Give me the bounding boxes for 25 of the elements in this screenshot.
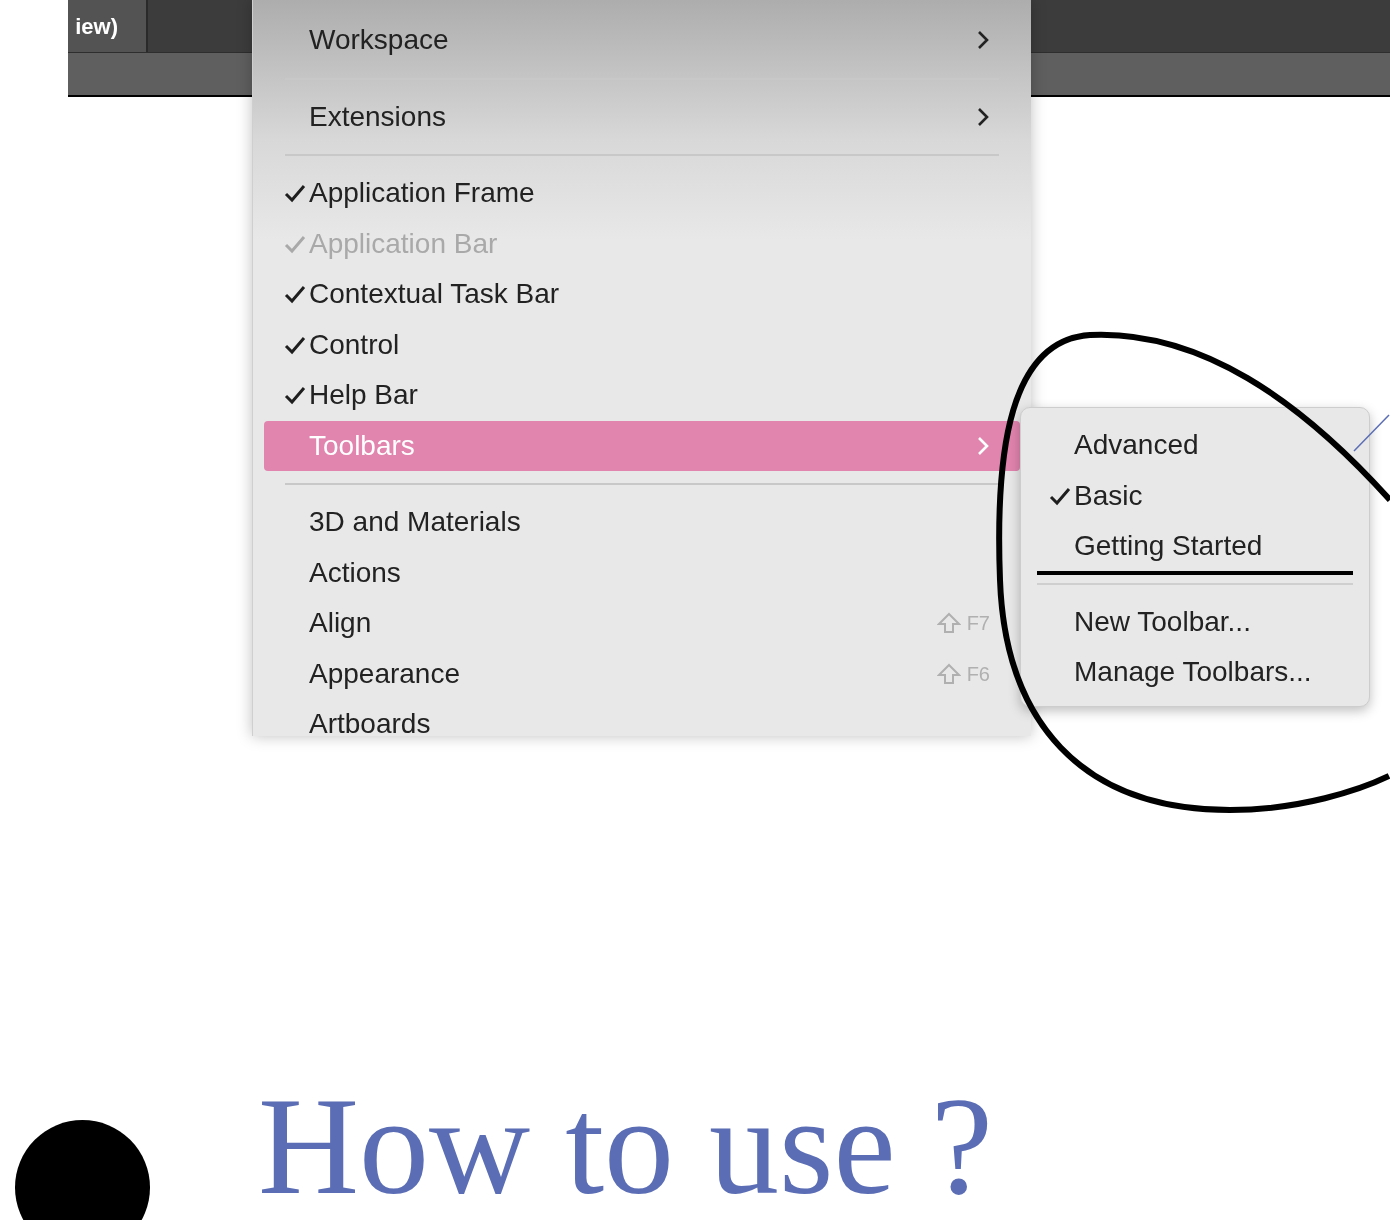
- submenu-item[interactable]: New Toolbar...: [1021, 596, 1369, 647]
- chevron-right-icon: [976, 105, 990, 128]
- menu-item[interactable]: Contextual Task Bar: [264, 269, 1020, 320]
- menu-item[interactable]: Actions: [264, 547, 1020, 598]
- pen-stroke: [1352, 413, 1390, 453]
- chevron-right-icon: [976, 434, 990, 457]
- shortcut-text: F6: [966, 661, 990, 687]
- section-heading: How to use ?: [258, 1076, 993, 1216]
- menu-item[interactable]: 3D and Materials: [264, 497, 1020, 548]
- menu-item[interactable]: Application Frame: [264, 168, 1020, 219]
- submenu-item[interactable]: Getting Started: [1021, 521, 1369, 572]
- submenu-item[interactable]: Basic: [1021, 470, 1369, 521]
- document-tab[interactable]: iew): [68, 0, 148, 52]
- menu-item[interactable]: Align F7: [264, 598, 1020, 649]
- shift-key-icon: [936, 662, 961, 685]
- menu-item[interactable]: Control: [264, 319, 1020, 370]
- shortcut-text: F7: [966, 611, 990, 637]
- menu-item[interactable]: Appearance F6: [264, 648, 1020, 699]
- submenu-item[interactable]: Advanced: [1021, 420, 1369, 471]
- menu-item[interactable]: Extensions: [264, 91, 1020, 142]
- shift-key-icon: [936, 612, 961, 635]
- submenu-item[interactable]: Manage Toolbars...: [1021, 647, 1369, 698]
- menu-item[interactable]: Workspace: [264, 15, 1020, 66]
- menu-item[interactable]: Help Bar: [264, 370, 1020, 421]
- menu-item[interactable]: Artboards: [264, 699, 1020, 736]
